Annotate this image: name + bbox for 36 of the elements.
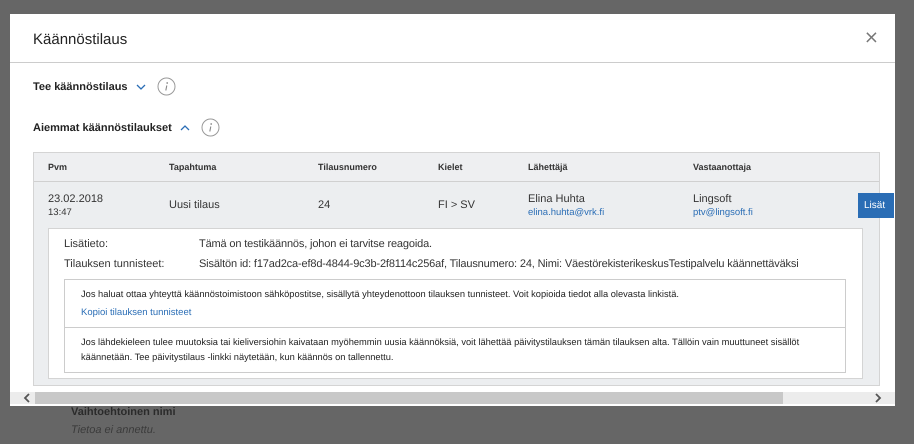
person-name: Lingsoft [693, 192, 732, 204]
field-value: Tämä on testikäännös, johon ei tarvitse reagoida. [199, 237, 432, 252]
field-label: Lisätieto: [64, 237, 110, 252]
section-title[interactable]: Tee käännöstilaus [33, 80, 128, 92]
dialog-title: Käännöstilaus [33, 30, 128, 48]
column-header: Lähettäjä [528, 162, 569, 172]
column-header: Kielet [438, 162, 464, 172]
field-value: Sisältön id: f17ad2ca-ef8d-4844-9c3b-2f8114c256af, Tilausnumero: 24, Nimi: VäestörekisterikeskusTestipalvelu käännettäväksi [199, 257, 799, 272]
column-header: Tilausnumero [318, 162, 378, 172]
column-header: Tapahtuma [169, 162, 218, 172]
column-header: Vastaanottaja [693, 162, 752, 172]
notice-text: Jos haluat ottaa yhteyttä käännöstoimistoon sähköpostitse, sisällytä yhteydenottoon tilauksen tunnisteet. Voit kopioida tiedot alla olevasta linkistä. [81, 288, 680, 301]
scroll-left-icon[interactable] [22, 393, 32, 403]
horizontal-scrollbar[interactable] [10, 392, 895, 404]
info-icon[interactable] [156, 77, 176, 96]
info-icon[interactable] [200, 118, 220, 137]
table-cell-text: Uusi tilaus [169, 199, 221, 211]
time-text: 13:47 [48, 206, 72, 218]
table-cell-text: 24 [318, 199, 332, 211]
scroll-right-icon[interactable] [873, 393, 883, 403]
chevron-up-icon[interactable] [180, 124, 190, 132]
field-label: Tilauksen tunnisteet: [64, 257, 166, 272]
date-text: 23.02.2018 [48, 192, 104, 204]
action-button[interactable]: Lisät [858, 192, 894, 218]
column-header: Pvm [48, 162, 68, 172]
scrollbar-thumb[interactable] [35, 392, 783, 404]
field-heading: Vaihtoehtoinen nimi [71, 406, 177, 418]
copy-link[interactable]: Kopioi tilauksen tunnisteet [81, 307, 192, 318]
close-button[interactable]: × [862, 29, 881, 47]
email-link[interactable]: elina.huhta@vrk.fi [528, 206, 604, 218]
email-link[interactable]: ptv@lingsoft.fi [693, 206, 753, 218]
section-title[interactable]: Aiemmat käännöstilaukset [33, 122, 172, 134]
person-name: Elina Huhta [528, 192, 585, 204]
chevron-down-icon[interactable] [136, 82, 146, 90]
notice-text: Jos lähdekieleen tulee muutoksia tai kieliversiohin kaivataan myöhemmin uusia käännöksiä, voit lähettää päivitystilauksen tämän tilauksen alta. Tällöin vain muuttuneet sisällöt käännetään. Tee päivitystilaus -linkki näytetään, kun käännös on tallennettu. [81, 336, 800, 364]
table-cell-text: FI > SV [438, 199, 476, 211]
